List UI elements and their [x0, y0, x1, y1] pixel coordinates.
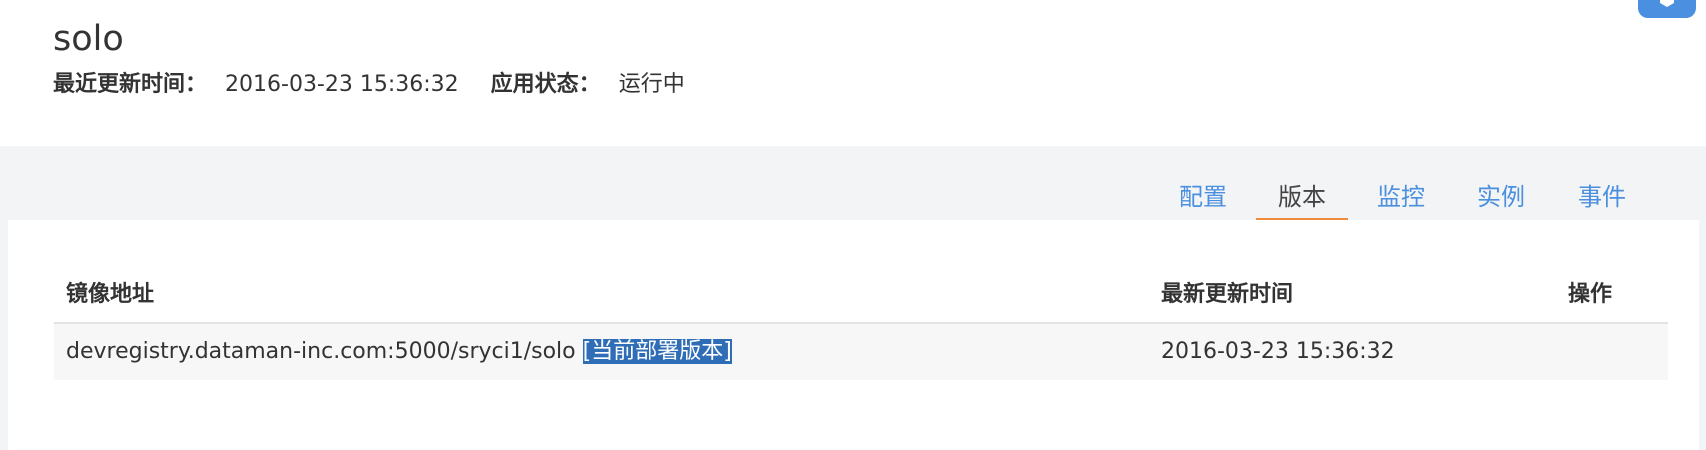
right-gutter [1699, 146, 1706, 450]
app-title: solo [53, 19, 124, 59]
tab-events[interactable]: 事件 [1578, 180, 1626, 214]
current-version-tag: [当前部署版本] [582, 339, 732, 364]
table-row: devregistry.dataman-inc.com:5000/sryci1/… [54, 324, 1668, 380]
tab-instances[interactable]: 实例 [1477, 180, 1525, 214]
cube-icon [1660, 0, 1674, 7]
status-value: 运行中 [618, 72, 685, 97]
versions-panel: 镜像地址 最新更新时间 操作 devregistry.dataman-inc.c… [8, 220, 1699, 450]
column-updated: 最新更新时间 [1161, 282, 1294, 307]
versions-table: 镜像地址 最新更新时间 操作 devregistry.dataman-inc.c… [54, 272, 1668, 380]
updated-value: 2016-03-23 15:36:32 [225, 72, 459, 97]
table-header: 镜像地址 最新更新时间 操作 [54, 272, 1668, 324]
tab-bar: 配置 版本 监控 实例 事件 [0, 146, 1706, 220]
updated-label: 最近更新时间： [53, 72, 208, 97]
updated-cell: 2016-03-23 15:36:32 [1161, 339, 1395, 364]
image-address[interactable]: devregistry.dataman-inc.com:5000/sryci1/… [66, 339, 576, 364]
column-actions: 操作 [1568, 282, 1613, 307]
tab-versions[interactable]: 版本 [1278, 180, 1326, 214]
tab-config[interactable]: 配置 [1179, 180, 1227, 214]
image-cell: devregistry.dataman-inc.com:5000/sryci1/… [66, 336, 732, 368]
column-image: 镜像地址 [66, 282, 155, 307]
app-meta: 最近更新时间： 2016-03-23 15:36:32 应用状态： 运行中 [53, 68, 685, 102]
app-header: solo 最近更新时间： 2016-03-23 15:36:32 应用状态： 运行中 [0, 0, 1706, 146]
tab-monitor[interactable]: 监控 [1377, 180, 1425, 214]
status-label: 应用状态： [490, 72, 601, 97]
corner-action-button[interactable] [1638, 0, 1696, 18]
